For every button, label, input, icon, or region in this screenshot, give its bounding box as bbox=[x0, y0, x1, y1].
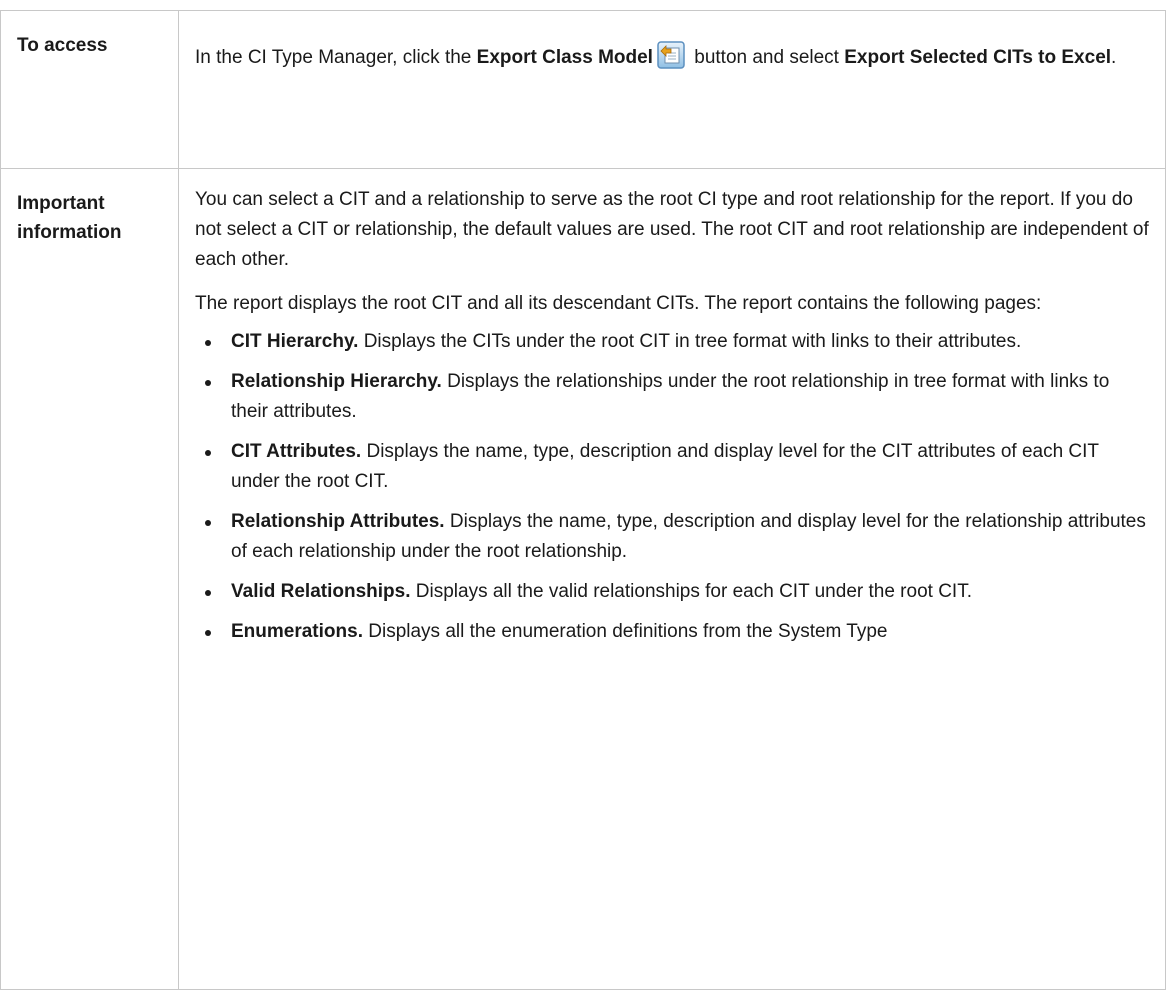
bullet-icon bbox=[205, 450, 211, 456]
access-content: In the CI Type Manager, click the Export… bbox=[178, 10, 1166, 169]
item-desc: Displays all the valid relationships for… bbox=[410, 581, 972, 602]
access-middle: button and select bbox=[688, 47, 845, 68]
info-content: You can select a CIT and a relationship … bbox=[178, 168, 1166, 990]
info-label-line2: information bbox=[17, 222, 122, 243]
list-item: CIT Hierarchy. Displays the CITs under t… bbox=[195, 327, 1149, 357]
list-item: CIT Attributes. Displays the name, type,… bbox=[195, 437, 1149, 497]
export-class-model-label: Export Class Model bbox=[476, 47, 653, 68]
info-table: To access In the CI Type Manager, click … bbox=[0, 10, 1166, 990]
table-row-access: To access In the CI Type Manager, click … bbox=[0, 10, 1166, 169]
export-class-model-icon[interactable] bbox=[657, 41, 685, 69]
list-item: Relationship Hierarchy. Displays the rel… bbox=[195, 367, 1149, 427]
table-row-info: Important information You can select a C… bbox=[0, 168, 1166, 990]
access-prefix: In the CI Type Manager, click the bbox=[195, 47, 477, 68]
bullet-icon bbox=[205, 590, 211, 596]
bullet-icon bbox=[205, 630, 211, 636]
access-suffix: . bbox=[1111, 47, 1117, 68]
item-term: Relationship Hierarchy. bbox=[231, 371, 442, 392]
item-desc: Displays all the enumeration definitions… bbox=[362, 621, 888, 642]
item-desc: Displays the CITs under the root CIT in … bbox=[358, 331, 1022, 352]
info-label-line1: Important bbox=[17, 193, 105, 214]
item-desc: Displays the name, type, description and… bbox=[231, 441, 1099, 492]
item-term: Enumerations. bbox=[231, 621, 363, 642]
access-label: To access bbox=[0, 10, 179, 169]
access-paragraph: In the CI Type Manager, click the Export… bbox=[195, 41, 1149, 73]
info-paragraph-1: You can select a CIT and a relationship … bbox=[195, 189, 1149, 270]
bullet-icon bbox=[205, 520, 211, 526]
list-item: Valid Relationships. Displays all the va… bbox=[195, 577, 1149, 607]
item-term: CIT Attributes. bbox=[231, 441, 362, 462]
info-paragraph-2: The report displays the root CIT and all… bbox=[195, 293, 1042, 314]
report-pages-list: CIT Hierarchy. Displays the CITs under t… bbox=[195, 327, 1149, 647]
info-label: Important information bbox=[0, 168, 179, 990]
bullet-icon bbox=[205, 380, 211, 386]
list-item: Enumerations. Displays all the enumerati… bbox=[195, 617, 1149, 647]
item-term: Valid Relationships. bbox=[231, 581, 411, 602]
list-item: Relationship Attributes. Displays the na… bbox=[195, 507, 1149, 567]
item-term: CIT Hierarchy. bbox=[231, 331, 359, 352]
bullet-icon bbox=[205, 340, 211, 346]
item-term: Relationship Attributes. bbox=[231, 511, 445, 532]
export-selected-cits-label: Export Selected CITs to Excel bbox=[844, 47, 1112, 68]
